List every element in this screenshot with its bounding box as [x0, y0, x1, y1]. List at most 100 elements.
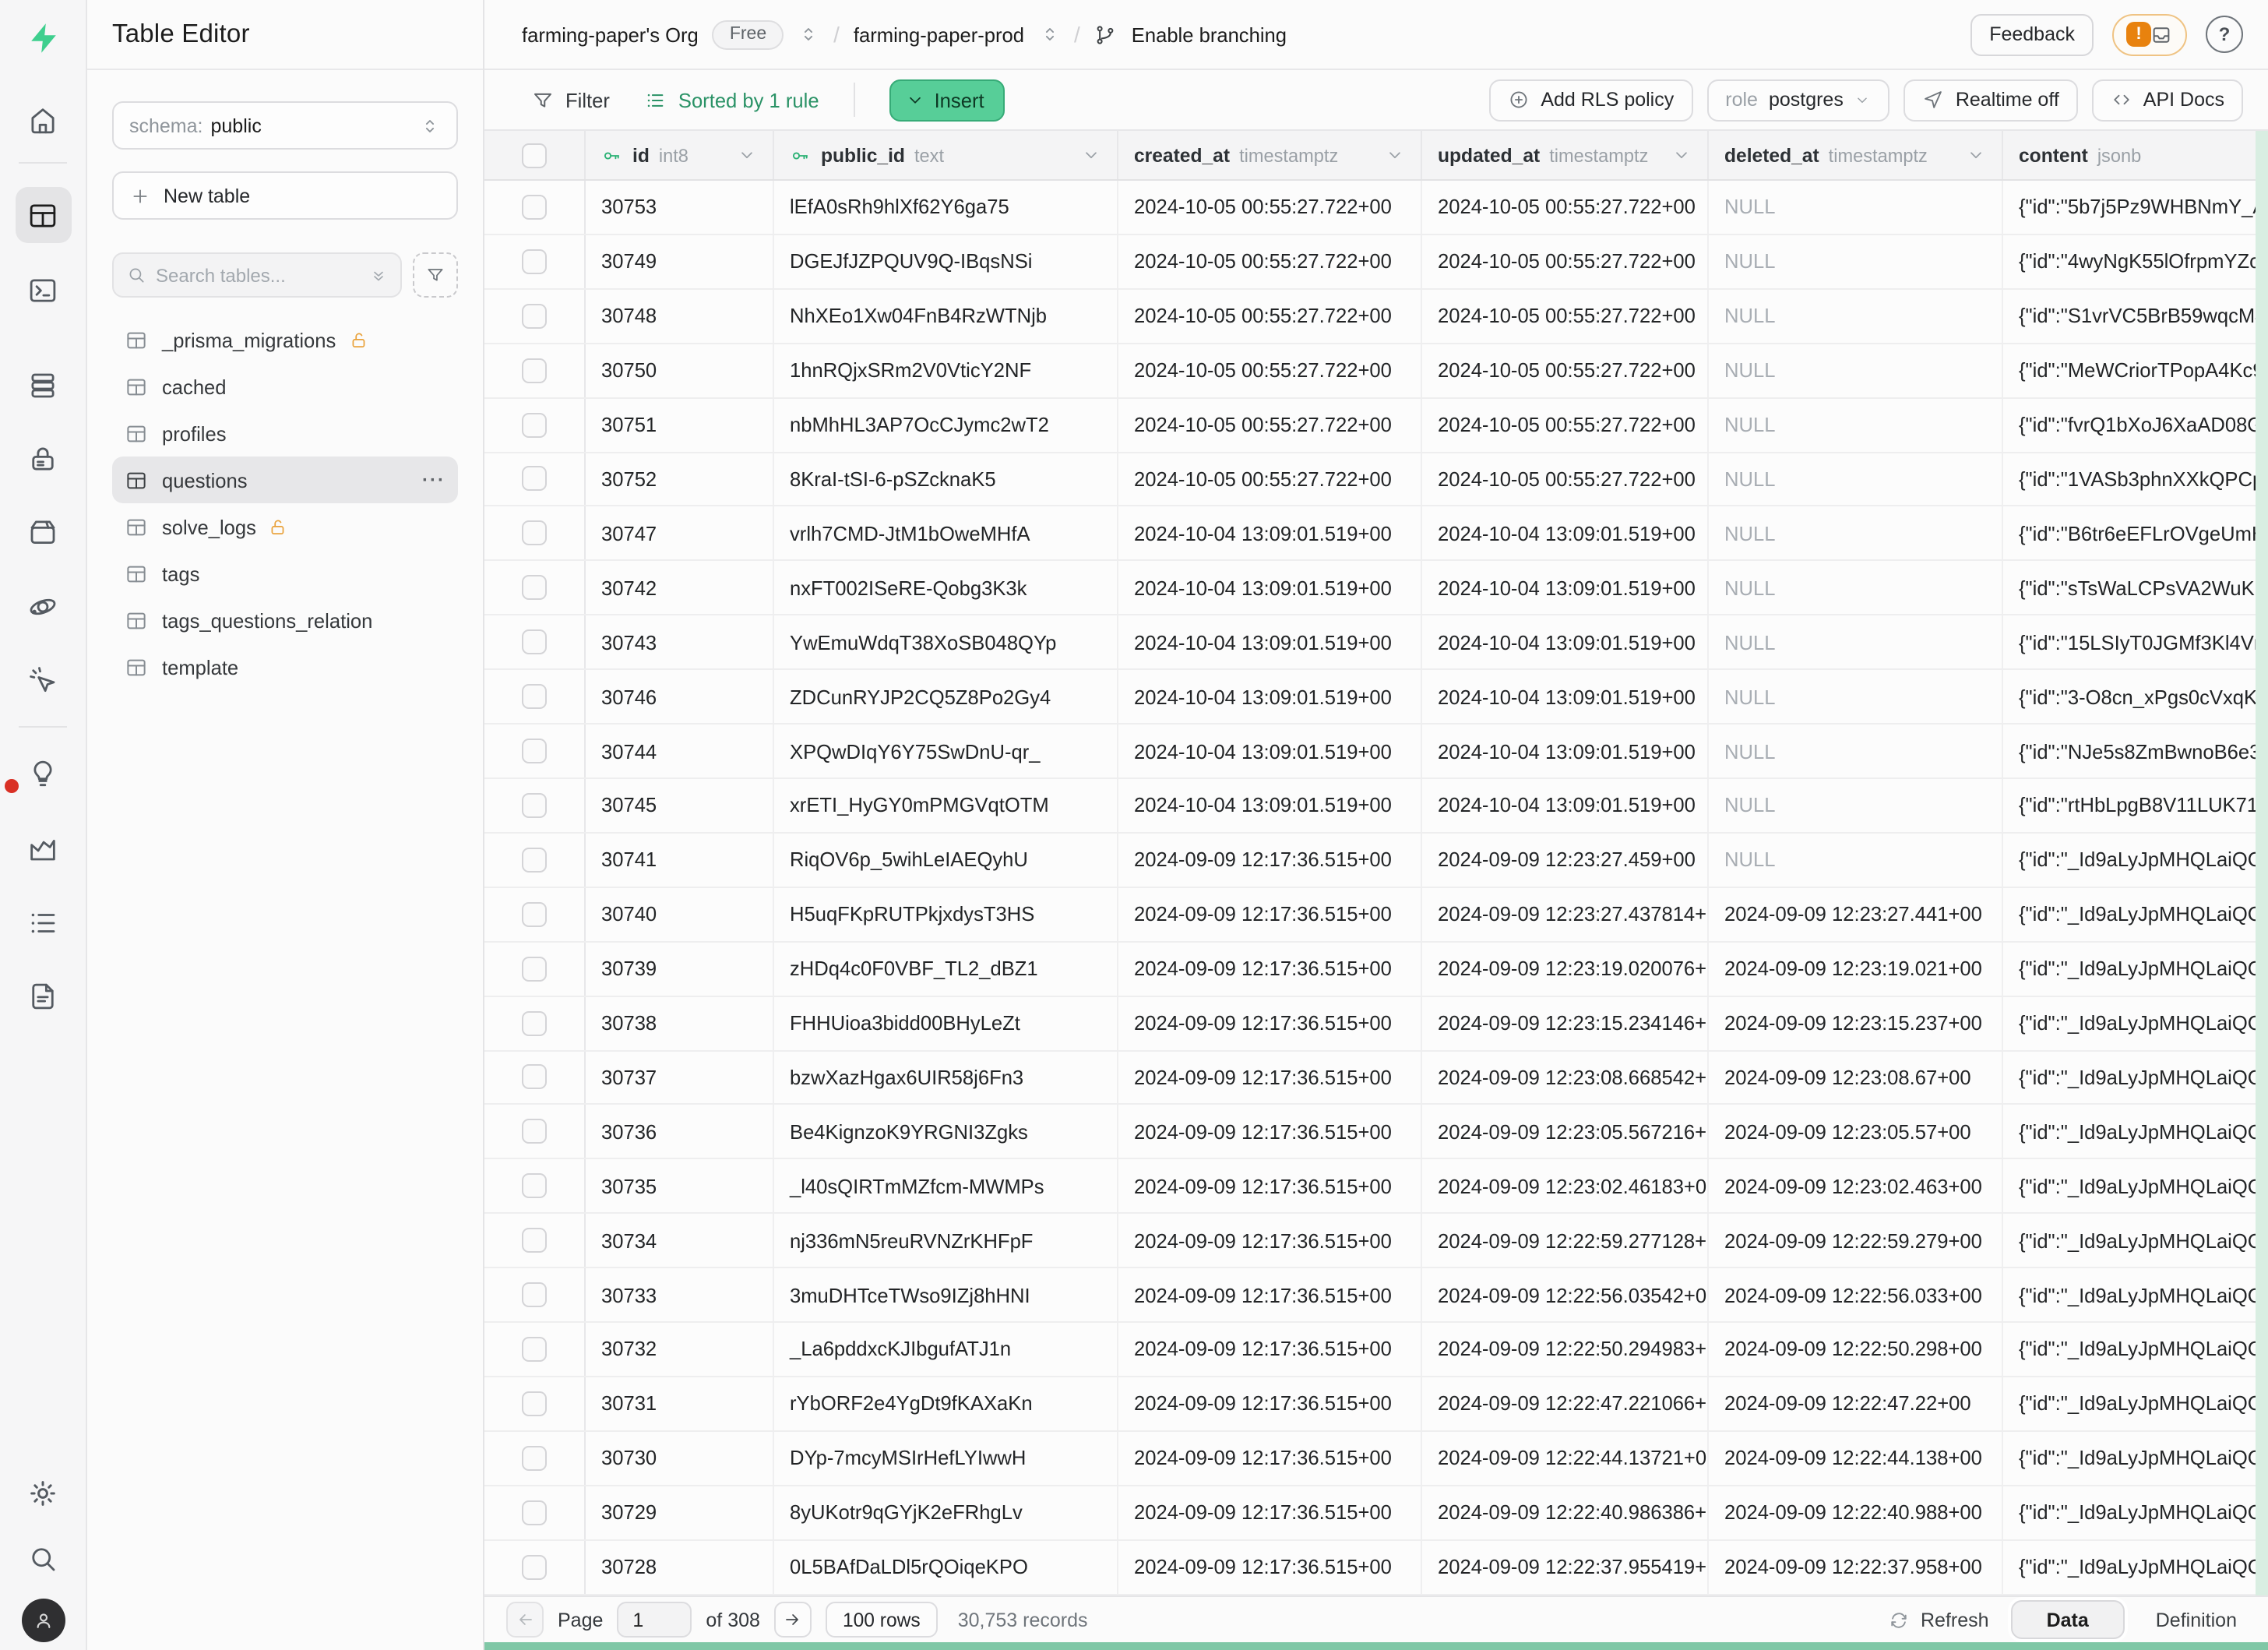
column-header-id[interactable]: idint8	[586, 131, 774, 179]
cell-created_at[interactable]: 2024-09-09 12:17:36.515+00	[1118, 1377, 1422, 1430]
cell-id[interactable]: 30737	[586, 1051, 774, 1104]
cell-updated_at[interactable]: 2024-09-09 12:22:40.986386+00	[1422, 1486, 1709, 1539]
home-icon[interactable]	[15, 92, 71, 148]
feedback-button[interactable]: Feedback	[1970, 13, 2094, 55]
notifications-button[interactable]: !	[2112, 13, 2187, 55]
cell-deleted_at[interactable]: NULL	[1709, 834, 2003, 887]
row-checkbox[interactable]	[522, 1228, 547, 1253]
chevron-down-icon[interactable]	[1966, 145, 1986, 165]
cell-id[interactable]: 30750	[586, 344, 774, 397]
sidebar-table-template[interactable]: template	[112, 643, 458, 690]
sort-button[interactable]: Sorted by 1 rule	[644, 88, 819, 111]
cell-created_at[interactable]: 2024-10-05 00:55:27.722+00	[1118, 290, 1422, 343]
cell-updated_at[interactable]: 2024-09-09 12:23:02.46183+00	[1422, 1160, 1709, 1213]
cell-public_id[interactable]: rYbORF2e4YgDt9fKAXaKn	[774, 1377, 1118, 1430]
cell-deleted_at[interactable]: 2024-09-09 12:22:44.138+00	[1709, 1432, 2003, 1485]
cell-id[interactable]: 30735	[586, 1160, 774, 1213]
cell-updated_at[interactable]: 2024-09-09 12:22:44.13721+00	[1422, 1432, 1709, 1485]
cell-public_id[interactable]: 3muDHTceTWso9IZj8hHNI	[774, 1268, 1118, 1321]
refresh-button[interactable]: Refresh	[1888, 1609, 1989, 1631]
sidebar-table-solve_logs[interactable]: solve_logs	[112, 503, 458, 550]
cell-public_id[interactable]: 8KraI-tSI-6-pSZcknaK5	[774, 453, 1118, 506]
cell-public_id[interactable]: 1hnRQjxSRm2V0VticY2NF	[774, 344, 1118, 397]
cell-content[interactable]: {"id":"_Id9aLyJpMHQLaiQC	[2003, 1486, 2268, 1539]
row-checkbox[interactable]	[522, 1065, 547, 1090]
row-checkbox[interactable]	[522, 1500, 547, 1525]
cell-updated_at[interactable]: 2024-10-05 00:55:27.722+00	[1422, 290, 1709, 343]
cell-content[interactable]: {"id":"_Id9aLyJpMHQLaiQC	[2003, 996, 2268, 1049]
cell-updated_at[interactable]: 2024-09-09 12:23:27.437814+00	[1422, 888, 1709, 941]
advisors-icon[interactable]	[15, 745, 71, 801]
cell-created_at[interactable]: 2024-10-04 13:09:01.519+00	[1118, 507, 1422, 560]
cell-created_at[interactable]: 2024-09-09 12:17:36.515+00	[1118, 1214, 1422, 1267]
cell-public_id[interactable]: vrlh7CMD-JtM1bOweMHfA	[774, 507, 1118, 560]
cell-content[interactable]: {"id":"_Id9aLyJpMHQLaiQC	[2003, 942, 2268, 995]
cell-updated_at[interactable]: 2024-10-05 00:55:27.722+00	[1422, 344, 1709, 397]
logs-icon[interactable]	[15, 894, 71, 950]
row-checkbox[interactable]	[522, 358, 547, 383]
sql-editor-icon[interactable]	[15, 262, 71, 318]
cell-id[interactable]: 30749	[586, 235, 774, 288]
chevron-down-icon[interactable]	[1385, 145, 1405, 165]
cell-created_at[interactable]: 2024-09-09 12:17:36.515+00	[1118, 1432, 1422, 1485]
cell-id[interactable]: 30729	[586, 1486, 774, 1539]
cell-content[interactable]: {"id":"sTsWaLCPsVA2WuK2	[2003, 562, 2268, 615]
table-filter-button[interactable]	[413, 252, 458, 298]
cell-content[interactable]: {"id":"S1vrVC5BrB59wqcM4	[2003, 290, 2268, 343]
cell-updated_at[interactable]: 2024-09-09 12:22:56.03542+00	[1422, 1268, 1709, 1321]
cell-public_id[interactable]: Be4KignzoK9YRGNI3Zgks	[774, 1105, 1118, 1158]
tab-data[interactable]: Data	[2011, 1600, 2125, 1639]
cell-id[interactable]: 30745	[586, 779, 774, 832]
cell-content[interactable]: {"id":"rtHbLpgB8V11LUK7152	[2003, 779, 2268, 832]
cell-created_at[interactable]: 2024-10-05 00:55:27.722+00	[1118, 344, 1422, 397]
sidebar-table-tags[interactable]: tags	[112, 550, 458, 597]
cell-public_id[interactable]: lEfA0sRh9hlXf62Y6ga75	[774, 181, 1118, 234]
cell-created_at[interactable]: 2024-09-09 12:17:36.515+00	[1118, 1486, 1422, 1539]
cell-id[interactable]: 30738	[586, 996, 774, 1049]
cell-public_id[interactable]: XPQwDIqY6Y75SwDnU-qr_	[774, 725, 1118, 777]
cell-deleted_at[interactable]: NULL	[1709, 453, 2003, 506]
sidebar-table-questions[interactable]: questions···	[112, 457, 458, 503]
sidebar-table-profiles[interactable]: profiles	[112, 410, 458, 457]
cell-created_at[interactable]: 2024-10-04 13:09:01.519+00	[1118, 562, 1422, 615]
next-page-button[interactable]	[774, 1602, 812, 1638]
cell-id[interactable]: 30736	[586, 1105, 774, 1158]
cell-id[interactable]: 30730	[586, 1432, 774, 1485]
cell-deleted_at[interactable]: 2024-09-09 12:22:40.988+00	[1709, 1486, 2003, 1539]
cell-id[interactable]: 30739	[586, 942, 774, 995]
sidebar-table-cached[interactable]: cached	[112, 363, 458, 410]
cell-updated_at[interactable]: 2024-10-04 13:09:01.519+00	[1422, 562, 1709, 615]
row-checkbox[interactable]	[522, 195, 547, 220]
cell-public_id[interactable]: FHHUioa3bidd00BHyLeZt	[774, 996, 1118, 1049]
help-icon[interactable]: ?	[2206, 16, 2243, 53]
cell-public_id[interactable]: 8yUKotr9qGYjK2eFRhgLv	[774, 1486, 1118, 1539]
cell-deleted_at[interactable]: NULL	[1709, 181, 2003, 234]
add-rls-policy-button[interactable]: Add RLS policy	[1489, 79, 1692, 121]
chevron-down-icon[interactable]	[1671, 145, 1692, 165]
row-checkbox[interactable]	[522, 249, 547, 274]
table-editor-icon[interactable]	[15, 187, 71, 243]
cell-public_id[interactable]: xrETI_HyGY0mPMGVqtOTM	[774, 779, 1118, 832]
settings-icon[interactable]	[15, 1465, 71, 1521]
search-icon[interactable]	[15, 1530, 71, 1586]
cell-content[interactable]: {"id":"1VASb3phnXXkQPCpv	[2003, 453, 2268, 506]
cell-deleted_at[interactable]: 2024-09-09 12:23:27.441+00	[1709, 888, 2003, 941]
cell-public_id[interactable]: nxFT002ISeRE-Qobg3K3k	[774, 562, 1118, 615]
cell-public_id[interactable]: nbMhHL3AP7OcCJymc2wT2	[774, 398, 1118, 451]
row-checkbox[interactable]	[522, 901, 547, 926]
cell-id[interactable]: 30752	[586, 453, 774, 506]
cell-created_at[interactable]: 2024-09-09 12:17:36.515+00	[1118, 1160, 1422, 1213]
cell-created_at[interactable]: 2024-09-09 12:17:36.515+00	[1118, 1540, 1422, 1593]
row-checkbox[interactable]	[522, 629, 547, 654]
cell-deleted_at[interactable]: 2024-09-09 12:23:02.463+00	[1709, 1160, 2003, 1213]
cell-public_id[interactable]: NhXEo1Xw04FnB4RzWTNjb	[774, 290, 1118, 343]
cell-updated_at[interactable]: 2024-09-09 12:22:37.955419+00	[1422, 1540, 1709, 1593]
edge-functions-icon[interactable]	[15, 578, 71, 634]
cell-public_id[interactable]: DYp-7mcyMSIrHefLYIwwH	[774, 1432, 1118, 1485]
cell-updated_at[interactable]: 2024-10-05 00:55:27.722+00	[1422, 398, 1709, 451]
row-checkbox[interactable]	[522, 1010, 547, 1035]
cell-created_at[interactable]: 2024-09-09 12:17:36.515+00	[1118, 942, 1422, 995]
row-checkbox[interactable]	[522, 848, 547, 873]
cell-updated_at[interactable]: 2024-10-05 00:55:27.722+00	[1422, 453, 1709, 506]
row-checkbox[interactable]	[522, 467, 547, 492]
